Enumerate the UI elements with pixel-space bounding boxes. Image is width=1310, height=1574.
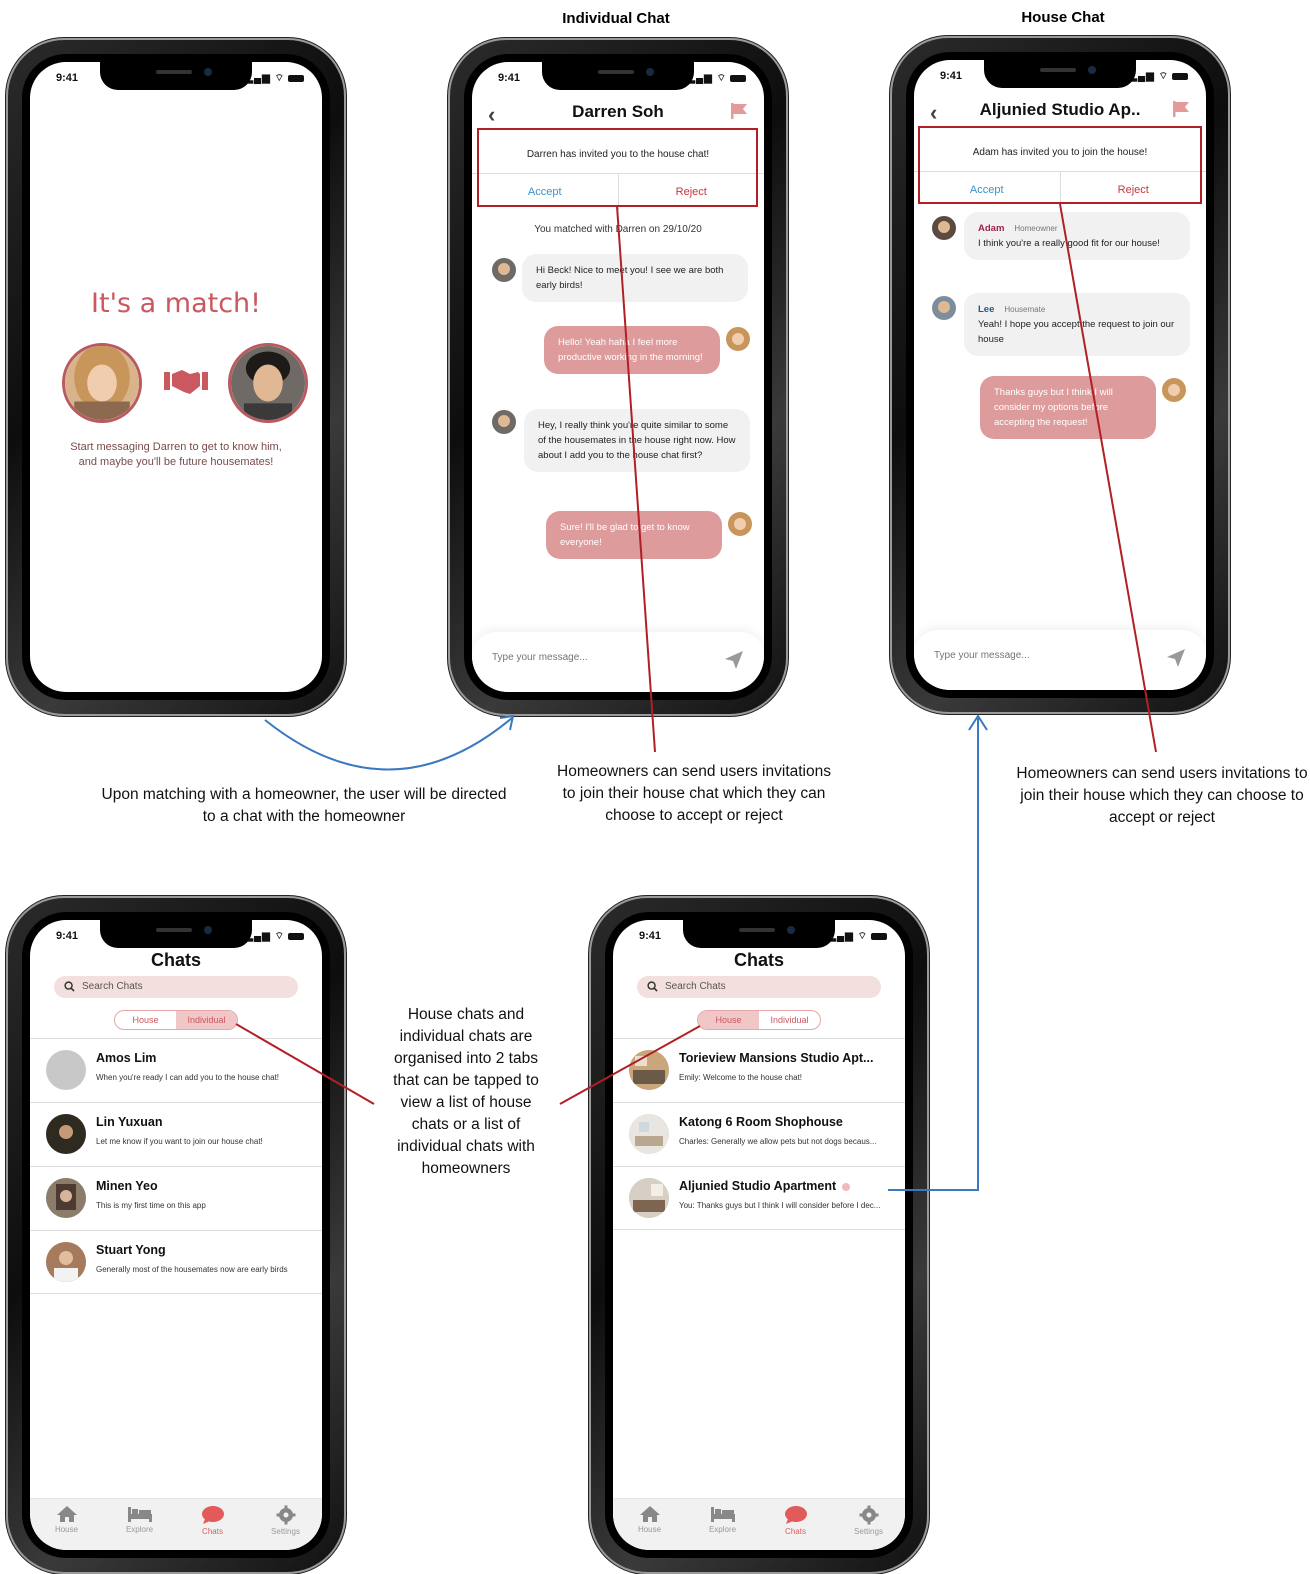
unread-dot	[842, 1182, 851, 1191]
message-input[interactable]	[492, 652, 692, 663]
tab-chats-nav[interactable]: Chats	[759, 1499, 832, 1550]
message-bubble: Thanks guys but I think I will consider …	[980, 376, 1156, 439]
tab-house[interactable]: House	[115, 1011, 176, 1029]
gear-icon	[276, 1505, 295, 1525]
chat-type-tabs: House Individual	[114, 1010, 238, 1030]
phone-chats-individual: 9:41 ▂▄▆ ⌔ Chats Search Chats House Indiv…	[8, 898, 344, 1572]
tab-explore-nav[interactable]: Explore	[103, 1499, 176, 1550]
chat-list-item[interactable]: Stuart Yong Generally most of the housem…	[30, 1230, 322, 1294]
chat-list-item[interactable]: Minen Yeo This is my first time on this …	[30, 1166, 322, 1230]
search-icon	[64, 981, 75, 992]
search-bar[interactable]: Search Chats	[54, 976, 298, 998]
user-avatar	[1162, 378, 1186, 402]
chat-list-item[interactable]: Torieview Mansions Studio Apt... Emily: …	[613, 1038, 905, 1102]
chat-bubble-icon	[201, 1506, 224, 1524]
individual-chat-heading: Individual Chat	[562, 10, 670, 27]
caption-house-invite: Homeowners can send users invitations to…	[1016, 765, 1308, 826]
house-thumbnail	[629, 1050, 669, 1090]
flag-icon[interactable]	[1172, 100, 1190, 123]
tab-chats-nav[interactable]: Chats	[176, 1499, 249, 1550]
chat-title: Aljunied Studio Ap..	[979, 100, 1141, 119]
avatar	[46, 1242, 86, 1282]
message-composer	[472, 632, 764, 692]
gear-icon	[859, 1505, 878, 1525]
message-input[interactable]	[934, 650, 1134, 661]
tab-individual[interactable]: Individual	[759, 1011, 820, 1029]
chat-list-item[interactable]: Amos Lim When you're ready I can add you…	[30, 1038, 322, 1102]
chat-list: Torieview Mansions Studio Apt... Emily: …	[613, 1038, 905, 1230]
chat-type-tabs: House Individual	[697, 1010, 821, 1030]
blue-arrowhead	[499, 714, 515, 731]
chat-list-item[interactable]: Katong 6 Room Shophouse Charles: General…	[613, 1102, 905, 1166]
chat-bubble-icon	[784, 1506, 807, 1524]
search-placeholder: Search Chats	[665, 981, 726, 992]
back-icon[interactable]: ‹	[930, 100, 937, 126]
search-bar[interactable]: Search Chats	[637, 976, 881, 998]
bottom-tab-bar: House Explore Chats Settings	[30, 1498, 322, 1550]
phone-match: 9:41 ▂▄▆ ⌔ It's a match! Start messaging…	[8, 40, 344, 714]
match-description: Start messaging Darren to get to know hi…	[70, 441, 282, 468]
user-avatar	[62, 343, 142, 423]
message-bubble: Sure! I'll be glad to get to know everyo…	[546, 511, 722, 559]
house-thumbnail	[629, 1114, 669, 1154]
tab-house-nav[interactable]: House	[30, 1499, 103, 1550]
user-avatar	[726, 327, 750, 351]
homeowner-avatar	[228, 343, 308, 423]
chat-list: Amos Lim When you're ready I can add you…	[30, 1038, 322, 1294]
message-bubble: Hey, I really think you're quite similar…	[524, 409, 750, 472]
match-date-notice: You matched with Darren on 29/10/20	[534, 224, 702, 235]
message-bubble: Lee Housemate Yeah! I hope you accept the…	[964, 293, 1190, 356]
send-icon[interactable]	[724, 650, 744, 675]
house-chat-heading: House Chat	[1021, 9, 1105, 26]
send-icon[interactable]	[1166, 648, 1186, 673]
message-composer	[914, 630, 1206, 690]
caption-match-to-chat: Upon matching with a homeowner, the user…	[101, 786, 507, 825]
match-title: It's a match!	[91, 288, 261, 319]
chat-title: Darren Soh	[572, 102, 664, 121]
tab-house[interactable]: House	[698, 1011, 759, 1029]
tab-settings-nav[interactable]: Settings	[832, 1499, 905, 1550]
house-thumbnail	[629, 1178, 669, 1218]
housemate-avatar	[932, 296, 956, 320]
avatar	[46, 1114, 86, 1154]
caption-individual-invite: Homeowners can send users invitations to…	[557, 763, 831, 824]
handshake-icon	[164, 364, 208, 403]
avatar	[46, 1050, 86, 1090]
blue-curved-arrow	[264, 717, 513, 771]
user-avatar	[728, 512, 752, 536]
phone-chats-house: 9:41 ▂▄▆ ⌔ Chats Search Chats House Indiv…	[591, 898, 927, 1572]
search-placeholder: Search Chats	[82, 981, 143, 992]
caption-tabs: House chats and individual chats are org…	[393, 1006, 539, 1177]
bottom-tab-bar: House Explore Chats Settings	[613, 1498, 905, 1550]
message-bubble: Adam Homeowner I think you're a really go…	[964, 212, 1190, 260]
message-bubble: Hello! Yeah haha I feel more productive …	[544, 326, 720, 374]
avatar	[46, 1178, 86, 1218]
chats-list-screen: 9:41 ▂▄▆ ⌔ Chats Search Chats House Indiv…	[30, 920, 322, 1550]
bed-icon	[710, 1507, 735, 1522]
chat-list-item[interactable]: Aljunied Studio Apartment You: Thanks gu…	[613, 1166, 905, 1230]
tab-explore-nav[interactable]: Explore	[686, 1499, 759, 1550]
flag-icon[interactable]	[730, 102, 748, 125]
home-icon	[56, 1506, 77, 1522]
page-title: Chats	[150, 950, 201, 970]
page-title: Chats	[733, 950, 784, 970]
message-bubble: Hi Beck! Nice to meet you! I see we are …	[522, 254, 748, 302]
match-screen: 9:41 ▂▄▆ ⌔ It's a match! Start messaging…	[30, 62, 322, 692]
tab-individual[interactable]: Individual	[176, 1011, 237, 1029]
blue-arrowhead	[968, 714, 988, 731]
invite-highlight-box	[477, 128, 758, 207]
invite-highlight-box	[918, 126, 1202, 204]
tab-house-nav[interactable]: House	[613, 1499, 686, 1550]
bed-icon	[127, 1507, 152, 1522]
back-icon[interactable]: ‹	[488, 102, 495, 128]
search-icon	[647, 981, 658, 992]
homeowner-avatar	[492, 258, 516, 282]
home-icon	[639, 1506, 660, 1522]
homeowner-avatar	[932, 216, 956, 240]
tab-settings-nav[interactable]: Settings	[249, 1499, 322, 1550]
homeowner-avatar	[492, 410, 516, 434]
chat-list-item[interactable]: Lin Yuxuan Let me know if you want to jo…	[30, 1102, 322, 1166]
chats-list-screen: 9:41 ▂▄▆ ⌔ Chats Search Chats House Indiv…	[613, 920, 905, 1550]
